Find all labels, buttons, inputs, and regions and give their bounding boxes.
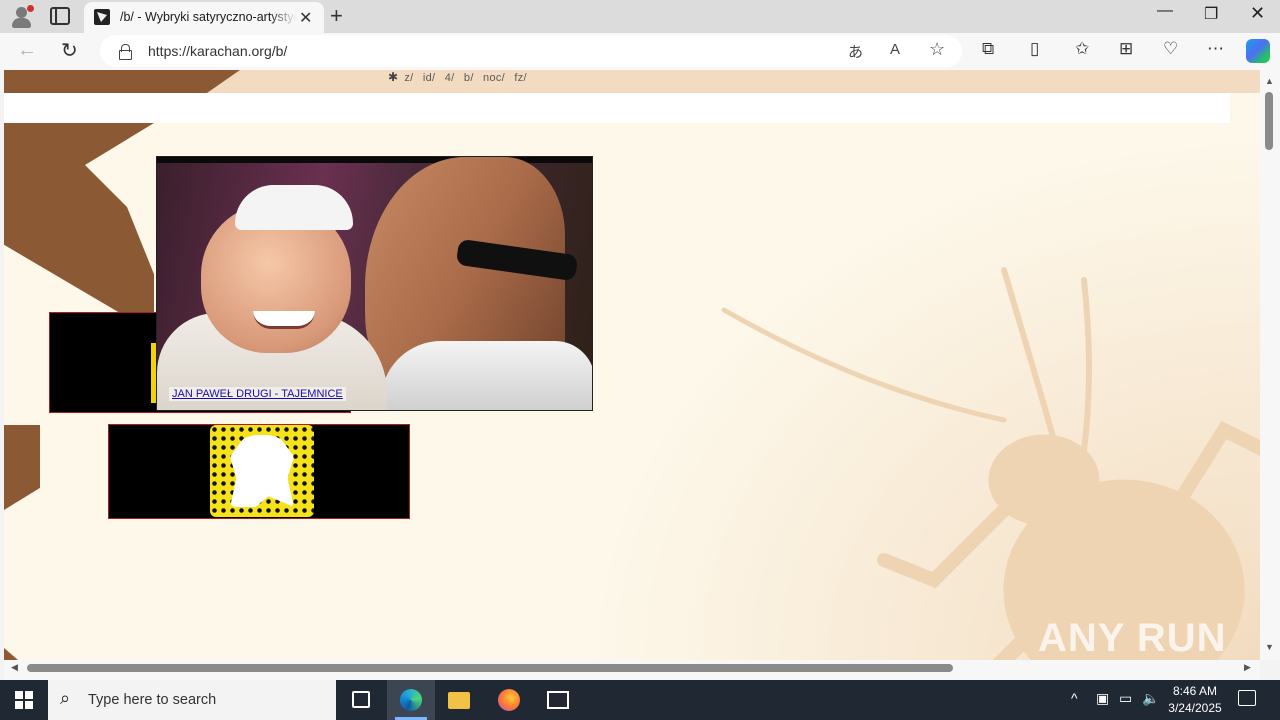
taskbar-file-explorer[interactable] <box>435 680 483 720</box>
lock-icon[interactable] <box>119 44 132 60</box>
collections-icon[interactable]: ⊞ <box>1119 39 1133 59</box>
scroll-down-icon[interactable]: ▼ <box>1265 642 1274 652</box>
file-explorer-icon <box>448 692 470 709</box>
reload-icon[interactable]: ↻ <box>61 38 78 63</box>
clock-time: 8:46 AM <box>1172 684 1218 698</box>
taskbar-firefox[interactable] <box>485 680 533 720</box>
close-tab-icon[interactable]: ✕ <box>299 8 312 28</box>
banner-caption-link[interactable]: JAN PAWEŁ DRUGI - TAJEMNICE <box>169 387 346 401</box>
tray-device-icon[interactable]: ▣ <box>1096 690 1109 707</box>
vertical-scrollbar[interactable]: ▲ ▼ <box>1260 70 1280 660</box>
scroll-right-icon[interactable]: ▶ <box>1244 662 1251 673</box>
search-placeholder: Type here to search <box>88 692 217 708</box>
board-link-b[interactable]: b/ <box>464 72 474 84</box>
scroll-up-icon[interactable]: ▲ <box>1265 76 1274 86</box>
system-clock[interactable]: 8:46 AM 3/24/2025 <box>1166 683 1224 717</box>
favorites-icon[interactable]: ✩ <box>1075 39 1089 59</box>
scroll-left-icon[interactable]: ◀ <box>11 662 18 673</box>
network-icon[interactable]: ▭ <box>1119 690 1132 707</box>
clock-date: 3/24/2025 <box>1168 701 1222 715</box>
tab-bar: /b/ - Wybryki satyryczno-artystyczne ✕ +… <box>0 0 1280 33</box>
minimize-icon[interactable]: — <box>1157 2 1173 20</box>
header-brown-shape <box>4 70 240 93</box>
snapchat-banner[interactable] <box>108 424 410 519</box>
firefox-icon <box>498 689 520 711</box>
extensions-icon[interactable]: ⧉ <box>982 39 994 59</box>
new-tab-button[interactable]: + <box>330 3 343 29</box>
more-icon[interactable]: ⋯ <box>1207 39 1224 59</box>
page-viewport: ✱ z/ id/ 4/ b/ noc/ fz/ JAN PAWEŁ DRUGI -… <box>4 70 1260 660</box>
cockroach-nav-icon[interactable]: ✱ <box>388 70 398 84</box>
ad-popup-banner[interactable]: JAN PAWEŁ DRUGI - TAJEMNICE <box>156 156 593 411</box>
browser-toolbar: ← ↻ https://karachan.org/b/ あ A ☆ ⧉ ▯ ✩ … <box>0 33 1280 70</box>
horizontal-scroll-thumb[interactable] <box>27 664 953 672</box>
watermark-text: ANY RUN <box>1038 616 1227 660</box>
tab-title: /b/ - Wybryki satyryczno-artystyczne <box>120 10 296 24</box>
header-white-bar <box>4 93 1230 123</box>
board-link-4[interactable]: 4/ <box>445 72 455 84</box>
volume-icon[interactable]: 🔈 <box>1142 690 1159 707</box>
split-screen-icon[interactable]: ▯ <box>1030 39 1039 59</box>
board-link-noc[interactable]: noc/ <box>483 72 505 84</box>
tray-chevron-icon[interactable]: ^ <box>1071 690 1078 706</box>
taskbar: ⌕ Type here to search ^ ▣ ▭ 🔈 8:46 AM 3/… <box>0 680 1280 720</box>
translate-icon[interactable]: あ <box>848 41 863 62</box>
window-close-icon[interactable]: ✕ <box>1250 3 1265 24</box>
url-text[interactable]: https://karachan.org/b/ <box>148 43 287 59</box>
edge-icon <box>400 689 422 711</box>
horizontal-scrollbar[interactable]: ◀ ▶ <box>4 660 1260 680</box>
taskbar-terminal[interactable] <box>534 680 582 720</box>
taskbar-search-box[interactable]: ⌕ Type here to search <box>48 680 336 720</box>
address-bar[interactable]: https://karachan.org/b/ あ A ☆ <box>100 35 962 67</box>
read-aloud-icon[interactable]: A <box>890 41 900 58</box>
board-link-fz[interactable]: fz/ <box>514 72 527 84</box>
tab-active[interactable]: /b/ - Wybryki satyryczno-artystyczne ✕ <box>84 2 324 33</box>
search-icon: ⌕ <box>60 688 71 708</box>
copilot-icon[interactable] <box>1246 39 1270 63</box>
terminal-icon <box>547 691 569 709</box>
browser-essentials-icon[interactable]: ♡ <box>1163 39 1178 59</box>
task-view-icon[interactable] <box>352 691 370 708</box>
back-icon[interactable]: ← <box>17 39 37 62</box>
site-favicon-icon <box>94 9 110 25</box>
board-link-id[interactable]: id/ <box>423 72 436 84</box>
taskbar-edge[interactable] <box>387 680 435 720</box>
board-navigation: ✱ z/ id/ 4/ b/ noc/ fz/ <box>388 70 533 84</box>
profile-icon[interactable] <box>10 5 34 29</box>
board-link-z[interactable]: z/ <box>404 72 413 84</box>
windows-start-icon[interactable] <box>15 691 33 709</box>
notification-icon[interactable] <box>1238 690 1256 706</box>
restore-icon[interactable]: ❐ <box>1204 4 1218 24</box>
snapcode-icon[interactable] <box>210 425 314 517</box>
tabs-icon[interactable] <box>50 7 70 25</box>
cockroach-background-icon <box>721 267 1260 660</box>
banner-image[interactable] <box>157 157 592 410</box>
favorite-star-icon[interactable]: ☆ <box>929 39 945 60</box>
vertical-scroll-thumb[interactable] <box>1265 92 1273 150</box>
